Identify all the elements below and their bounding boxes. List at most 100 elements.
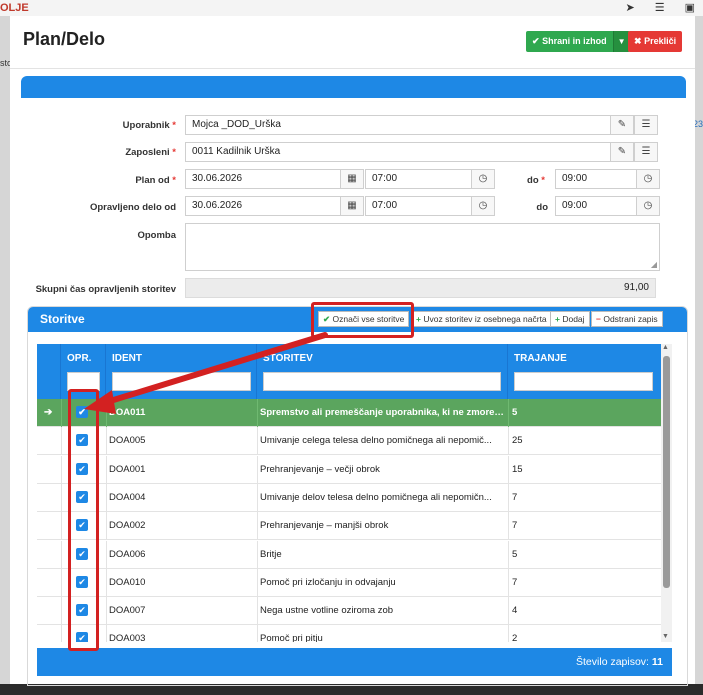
row-checkbox[interactable]: ✔	[76, 575, 88, 588]
clock-icon[interactable]: ◷	[471, 196, 495, 216]
row-trajanje: 2	[512, 633, 518, 642]
table-row[interactable]: ✔ DOA006 Britje 5	[37, 540, 661, 569]
row-divider	[508, 455, 509, 484]
check-icon: ✔	[323, 314, 331, 324]
zaposleni-field[interactable]: 0011 Kadilnik Urška	[185, 142, 611, 162]
table-row[interactable]: ✔ DOA002 Prehranjevanje – manjši obrok 7	[37, 512, 661, 541]
row-checkbox[interactable]: ✔	[76, 406, 88, 418]
send-icon[interactable]: ➤	[626, 1, 635, 14]
row-ident: DOA002	[109, 520, 146, 532]
modal-title: Plan/Delo	[23, 29, 106, 49]
row-divider	[106, 540, 107, 569]
check-icon: ✔	[532, 36, 540, 46]
row-checkbox[interactable]: ✔	[76, 490, 88, 503]
row-divider	[508, 399, 509, 427]
table-row[interactable]: ✔ DOA005 Umivanje celega telesa delno pomi…	[37, 427, 661, 456]
add-button[interactable]: + Dodaj	[550, 311, 590, 327]
row-checkbox[interactable]: ✔	[76, 519, 88, 532]
save-label: Shrani in izhod	[542, 36, 607, 46]
row-divider	[508, 625, 509, 642]
row-checkbox[interactable]: ✔	[76, 434, 88, 447]
row-divider	[106, 427, 107, 456]
row-divider	[257, 512, 258, 541]
column-storitev-label: STORITEV	[263, 353, 313, 364]
row-storitev: Pomoč pri pitju	[260, 633, 323, 642]
table-row[interactable]: ✔ DOA010 Pomoč pri izločanju in odvajanju 7	[37, 568, 661, 597]
plan-od-date-field[interactable]: 30.06.2026	[185, 169, 341, 189]
opomba-textarea[interactable]: ◢	[185, 223, 660, 271]
eraser-icon[interactable]: ✎	[610, 142, 634, 162]
opravljeno-time-field[interactable]: 07:00	[365, 196, 472, 216]
row-ident: DOA011	[109, 407, 146, 418]
row-divider	[106, 568, 107, 597]
column-trajanje[interactable]: TRAJANJE	[508, 344, 661, 399]
filter-storitev-input[interactable]	[263, 372, 501, 391]
row-storitev: Spremstvo ali premeščanje uporabnika, ki…	[260, 407, 504, 418]
clock-icon[interactable]: ◷	[471, 169, 495, 189]
calendar-icon[interactable]: ▦	[340, 169, 364, 189]
opravljeno-date-field[interactable]: 30.06.2026	[185, 196, 341, 216]
list-icon[interactable]: ☰	[634, 142, 658, 162]
row-checkbox[interactable]: ✔	[76, 462, 88, 475]
save-and-exit-button-group: ✔ Shrani in izhod ▼	[526, 31, 630, 52]
row-divider	[257, 399, 258, 427]
row-divider	[257, 455, 258, 484]
delete-label: Odstrani zapis	[603, 314, 658, 324]
cancel-button[interactable]: ✖ Prekliči	[628, 31, 683, 52]
clock-icon[interactable]: ◷	[636, 196, 660, 216]
opravljeno-do-time-field[interactable]: 09:00	[555, 196, 637, 216]
column-trajanje-label: TRAJANJE	[514, 353, 567, 364]
row-ident: DOA006	[109, 548, 146, 560]
row-divider	[257, 540, 258, 569]
save-and-exit-button[interactable]: ✔ Shrani in izhod	[526, 31, 613, 52]
scroll-up-icon[interactable]: ▲	[662, 344, 669, 351]
row-storitev: Prehranjevanje – manjši obrok	[260, 520, 389, 532]
resize-grip-icon[interactable]: ◢	[651, 260, 657, 269]
calendar-icon[interactable]: ▦	[340, 196, 364, 216]
cancel-label: Prekliči	[644, 36, 677, 46]
import-label: Uvoz storitev iz osebnega načrta	[423, 314, 547, 324]
close-icon: ✖	[634, 36, 642, 46]
filter-opr-input[interactable]	[67, 372, 100, 391]
list-icon[interactable]: ☰	[634, 115, 658, 135]
plan-od-time-field[interactable]: 07:00	[365, 169, 472, 189]
menu-icon[interactable]: ☰	[655, 1, 665, 14]
filter-trajanje-input[interactable]	[514, 372, 653, 391]
background-left: sto	[0, 16, 12, 684]
table-row[interactable]: ✔ DOA001 Prehranjevanje – večji obrok 15	[37, 455, 661, 484]
row-divider	[106, 455, 107, 484]
row-divider	[61, 512, 62, 541]
row-ident: DOA004	[109, 491, 146, 503]
table-row[interactable]: ➔ ✔ DOA011 Spremstvo ali premeščanje uporab…	[37, 399, 661, 427]
column-storitev[interactable]: STORITEV	[257, 344, 508, 399]
table-row[interactable]: ✔ DOA003 Pomoč pri pitju 2	[37, 625, 661, 642]
row-trajanje: 15	[512, 463, 523, 475]
table-row[interactable]: ✔ DOA004 Umivanje delov telesa delno pomič…	[37, 483, 661, 512]
save-dropdown-button[interactable]: ▼	[612, 31, 630, 52]
uporabnik-field[interactable]: Mojca _DOD_Urška	[185, 115, 611, 135]
select-all-services-button[interactable]: ✔ Označi vse storitve	[318, 311, 410, 327]
window-icon[interactable]: ▣	[685, 1, 695, 14]
scroll-thumb[interactable]	[663, 356, 670, 588]
plan-do-time-field[interactable]: 09:00	[555, 169, 637, 189]
zaposleni-label: Zaposleni *	[125, 147, 176, 158]
import-services-button[interactable]: + Uvoz storitev iz osebnega načrta	[411, 311, 552, 327]
column-ident[interactable]: IDENT	[106, 344, 257, 399]
skupni-cas-value: 91,00	[185, 278, 656, 298]
row-divider	[508, 568, 509, 597]
row-checkbox[interactable]: ✔	[76, 604, 88, 617]
plus-icon: +	[416, 314, 421, 324]
delete-record-button[interactable]: − Odstrani zapis	[591, 311, 663, 327]
plan-do-label: do *	[527, 175, 545, 186]
row-checkbox[interactable]: ✔	[76, 547, 88, 560]
grid-scrollbar[interactable]: ▲ ▼	[661, 344, 672, 642]
column-opr[interactable]: OPR.	[61, 344, 106, 399]
eraser-icon[interactable]: ✎	[610, 115, 634, 135]
scroll-down-icon[interactable]: ▼	[662, 633, 669, 640]
filter-ident-input[interactable]	[112, 372, 251, 391]
row-checkbox[interactable]: ✔	[76, 632, 88, 642]
clock-icon[interactable]: ◷	[636, 169, 660, 189]
storitve-title: Storitve	[40, 312, 85, 326]
table-row[interactable]: ✔ DOA007 Nega ustne votline oziroma zob 4	[37, 597, 661, 626]
row-arrow-icon: ➔	[44, 407, 53, 418]
